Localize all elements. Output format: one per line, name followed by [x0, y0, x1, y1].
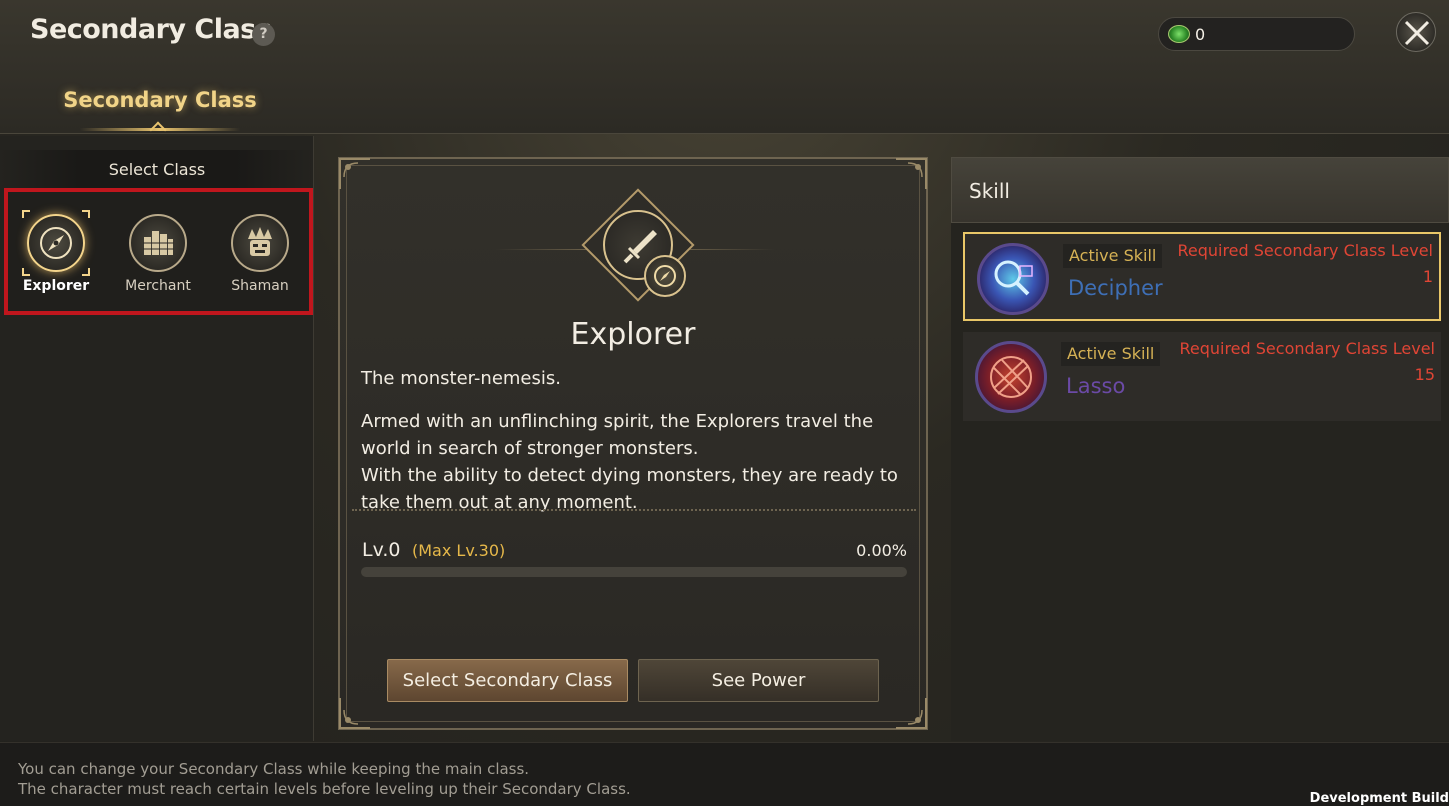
page-title: Secondary Class: [30, 14, 272, 45]
corner-ornament: [339, 698, 370, 729]
class-item-merchant[interactable]: Merchant: [112, 210, 204, 304]
required-level-value: 1: [1422, 267, 1433, 286]
development-build-label: Development Build: [1309, 791, 1449, 806]
corner-ornament: [339, 158, 370, 189]
corner-ornament: [896, 158, 927, 189]
compass-icon: [27, 214, 85, 272]
coins-icon: [129, 214, 187, 272]
footer-note-1: You can change your Secondary Class whil…: [18, 760, 530, 778]
max-level-label: (Max Lv.30): [412, 541, 506, 560]
class-description-line-2: With the ability to detect dying monster…: [361, 465, 898, 513]
level-value: Lv.0: [362, 539, 401, 561]
class-select-panel: Select Class Explorer Merchant Shaman: [0, 136, 314, 741]
skill-row-lasso[interactable]: Active Skill Lasso Required Secondary Cl…: [963, 332, 1441, 421]
skill-name-lasso: Lasso: [1066, 374, 1126, 398]
footer-note-2: The character must reach certain levels …: [18, 780, 631, 798]
required-level-label: Required Secondary Class Level: [1179, 339, 1435, 358]
class-tagline: The monster-nemesis.: [361, 368, 561, 389]
see-power-button[interactable]: See Power: [638, 659, 879, 702]
required-level-value: 15: [1414, 365, 1435, 384]
level-percent: 0.00%: [856, 541, 907, 560]
skill-type-badge: Active Skill: [1063, 244, 1163, 268]
class-item-shaman[interactable]: Shaman: [214, 210, 306, 304]
level-progress-bar: [361, 567, 907, 577]
footer-info: You can change your Secondary Class whil…: [0, 742, 1449, 806]
class-description: The monster-nemesis. Armed with an unfli…: [361, 365, 917, 516]
skill-requirement: Required Secondary Class Level 15: [1179, 336, 1435, 388]
level-row: Lv.0 (Max Lv.30) 0.00%: [362, 539, 907, 565]
close-button[interactable]: [1396, 12, 1436, 52]
required-level-label: Required Secondary Class Level: [1177, 241, 1433, 260]
class-name-title: Explorer: [570, 317, 696, 352]
class-label-shaman: Shaman: [231, 278, 289, 294]
selection-corner: [82, 268, 90, 276]
skill-row-decipher[interactable]: Active Skill Decipher Required Secondary…: [963, 232, 1441, 321]
skill-name-decipher: Decipher: [1068, 276, 1163, 300]
green-gem-icon: [1168, 25, 1190, 43]
class-description-line-1: Armed with an unflinching spirit, the Ex…: [361, 411, 874, 459]
class-item-explorer[interactable]: Explorer: [10, 210, 102, 304]
select-class-header: Select Class: [0, 150, 314, 190]
selection-corner: [82, 210, 90, 218]
currency-display: 0: [1158, 17, 1355, 51]
top-bar: Secondary Class ? 0 Secondary Class: [0, 0, 1449, 139]
decipher-magnifier-icon: [977, 243, 1049, 315]
skill-header: Skill: [951, 157, 1449, 223]
selection-corner: [22, 210, 30, 218]
lasso-net-icon: [975, 341, 1047, 413]
description-divider: [352, 509, 916, 511]
class-detail-panel: Explorer The monster-nemesis. Armed with…: [338, 157, 928, 730]
close-x-icon: [1404, 20, 1430, 46]
skill-requirement: Required Secondary Class Level 1: [1177, 238, 1433, 290]
class-label-merchant: Merchant: [125, 278, 191, 294]
class-label-explorer: Explorer: [22, 278, 90, 294]
select-secondary-class-button[interactable]: Select Secondary Class: [387, 659, 628, 702]
skill-type-badge: Active Skill: [1061, 342, 1161, 366]
selection-corner: [22, 268, 30, 276]
compass-badge-icon: [644, 255, 686, 297]
currency-value: 0: [1195, 25, 1206, 44]
skill-panel: Skill Active Skill Decipher Required Sec…: [951, 157, 1449, 741]
corner-ornament: [896, 698, 927, 729]
totem-mask-icon: [231, 214, 289, 272]
help-icon[interactable]: ?: [252, 23, 275, 46]
class-list: Explorer Merchant Shaman: [4, 188, 313, 315]
